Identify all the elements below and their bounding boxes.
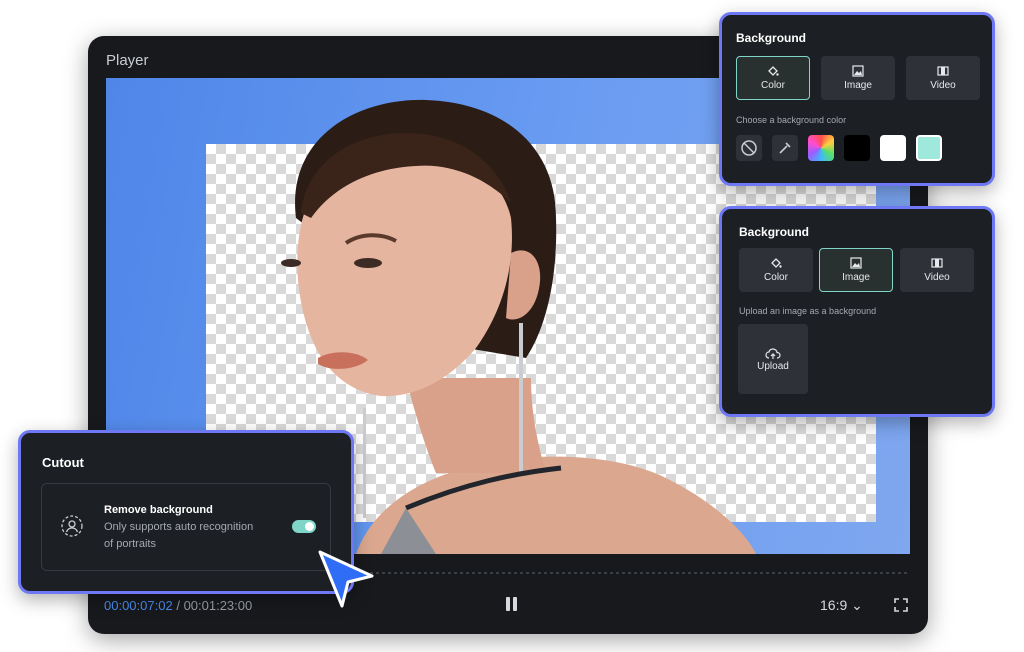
tab-label: Color <box>764 272 788 283</box>
option-title: Remove background <box>104 504 213 516</box>
prohibit-icon <box>741 140 757 156</box>
tab-label: Color <box>761 80 785 91</box>
upload-label: Upload <box>757 360 789 372</box>
tab-label: Video <box>930 80 956 91</box>
upload-button[interactable]: Upload <box>738 324 808 394</box>
player-title: Player <box>106 52 149 69</box>
white-swatch[interactable] <box>880 135 906 161</box>
fullscreen-icon[interactable] <box>894 598 908 612</box>
no-color-swatch[interactable] <box>736 135 762 161</box>
panel-title: Background <box>739 225 810 239</box>
eyedropper-icon <box>779 142 791 154</box>
paint-bucket-icon <box>768 66 779 76</box>
tab-label: Image <box>842 272 870 283</box>
panel-title: Cutout <box>42 455 84 470</box>
background-color-panel: Background Color Image Video Choose a ba… <box>719 12 995 186</box>
hint-text: Choose a background color <box>736 115 847 125</box>
gradient-swatch[interactable] <box>808 135 834 161</box>
image-icon <box>850 257 862 269</box>
option-description-line2: of portraits <box>104 538 156 550</box>
portrait-cutout-icon <box>61 515 83 537</box>
remove-background-option: Remove background Only supports auto rec… <box>41 483 331 571</box>
time-display: 00:00:07:02 / 00:01:23:00 <box>104 598 252 613</box>
tab-video[interactable]: Video <box>900 248 974 292</box>
paint-bucket-icon <box>771 258 782 268</box>
mouse-cursor-icon <box>318 550 374 608</box>
tab-image[interactable]: Image <box>819 248 893 292</box>
eyedropper-swatch[interactable] <box>772 135 798 161</box>
tab-video[interactable]: Video <box>906 56 980 100</box>
tab-label: Video <box>924 272 950 283</box>
hint-text: Upload an image as a background <box>739 306 877 316</box>
panel-title: Background <box>736 31 807 45</box>
black-swatch[interactable] <box>844 135 870 161</box>
background-image-panel: Background Color Image Video Upload an i… <box>719 206 995 417</box>
tab-image[interactable]: Image <box>821 56 895 100</box>
cloud-upload-icon <box>765 347 781 359</box>
total-time: 00:01:23:00 <box>183 598 253 613</box>
current-time: 00:00:07:02 <box>104 598 173 613</box>
option-description-line1: Only supports auto recognition <box>104 521 254 533</box>
aspect-ratio-value: 16:9 <box>820 597 848 613</box>
film-icon <box>937 66 949 76</box>
tab-color[interactable]: Color <box>739 248 813 292</box>
tab-label: Image <box>844 80 872 91</box>
mint-swatch[interactable] <box>916 135 942 161</box>
aspect-ratio-dropdown[interactable]: 16:9 ⌄ <box>820 597 863 614</box>
film-icon <box>931 258 943 268</box>
cutout-panel: Cutout Remove background Only supports a… <box>18 430 354 594</box>
time-separator: / <box>176 598 180 613</box>
image-icon <box>852 65 864 77</box>
tab-color[interactable]: Color <box>736 56 810 100</box>
chevron-down-icon: ⌄ <box>851 597 863 613</box>
remove-background-toggle[interactable] <box>292 520 316 533</box>
pause-button[interactable] <box>502 594 522 614</box>
